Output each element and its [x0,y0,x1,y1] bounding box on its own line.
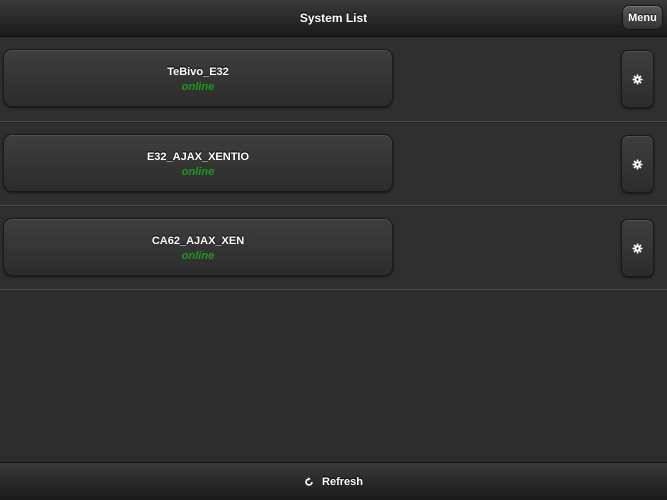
system-status: online [181,166,215,178]
system-button[interactable]: TeBivo_E32 online [3,49,393,107]
system-list: TeBivo_E32 online E32_AJAX_XENTIO online… [0,38,667,290]
system-settings-button[interactable] [621,50,654,108]
system-button[interactable]: CA62_AJAX_XEN online [3,218,393,276]
app: System List Menu TeBivo_E32 online E32_A… [0,0,667,500]
list-item: TeBivo_E32 online [0,38,667,122]
system-button[interactable]: E32_AJAX_XENTIO online [3,134,393,192]
header-bar: System List Menu [0,0,667,37]
system-settings-button[interactable] [621,219,654,277]
page-title: System List [299,11,368,25]
refresh-label: Refresh [322,476,363,488]
system-name: E32_AJAX_XENTIO [146,151,250,163]
gear-icon [632,74,643,84]
gear-icon [632,159,643,169]
system-status: online [181,81,215,93]
refresh-button[interactable]: Refresh [0,463,667,500]
list-item: CA62_AJAX_XEN online [0,206,667,290]
list-item: E32_AJAX_XENTIO online [0,122,667,206]
system-name: TeBivo_E32 [167,66,229,78]
gear-icon [632,243,643,253]
system-name: CA62_AJAX_XEN [151,235,245,247]
menu-button[interactable]: Menu [622,5,663,30]
footer-bar: Refresh [0,462,667,500]
system-status: online [181,250,215,262]
system-settings-button[interactable] [621,135,654,193]
refresh-icon [305,477,313,486]
